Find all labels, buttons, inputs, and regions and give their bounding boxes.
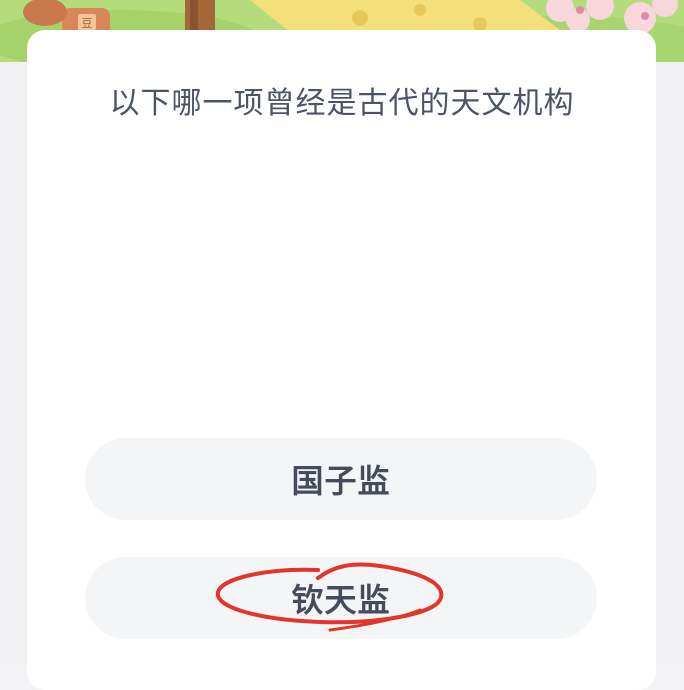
answer-option-1[interactable]: 国子监 (85, 438, 597, 520)
page-side-right (656, 62, 684, 664)
answer-option-2[interactable]: 钦天监 (85, 557, 597, 639)
page-side-left (0, 62, 27, 664)
svg-text:豆: 豆 (82, 17, 93, 30)
question-text: 以下哪一项曾经是古代的天文机构 (109, 86, 575, 121)
